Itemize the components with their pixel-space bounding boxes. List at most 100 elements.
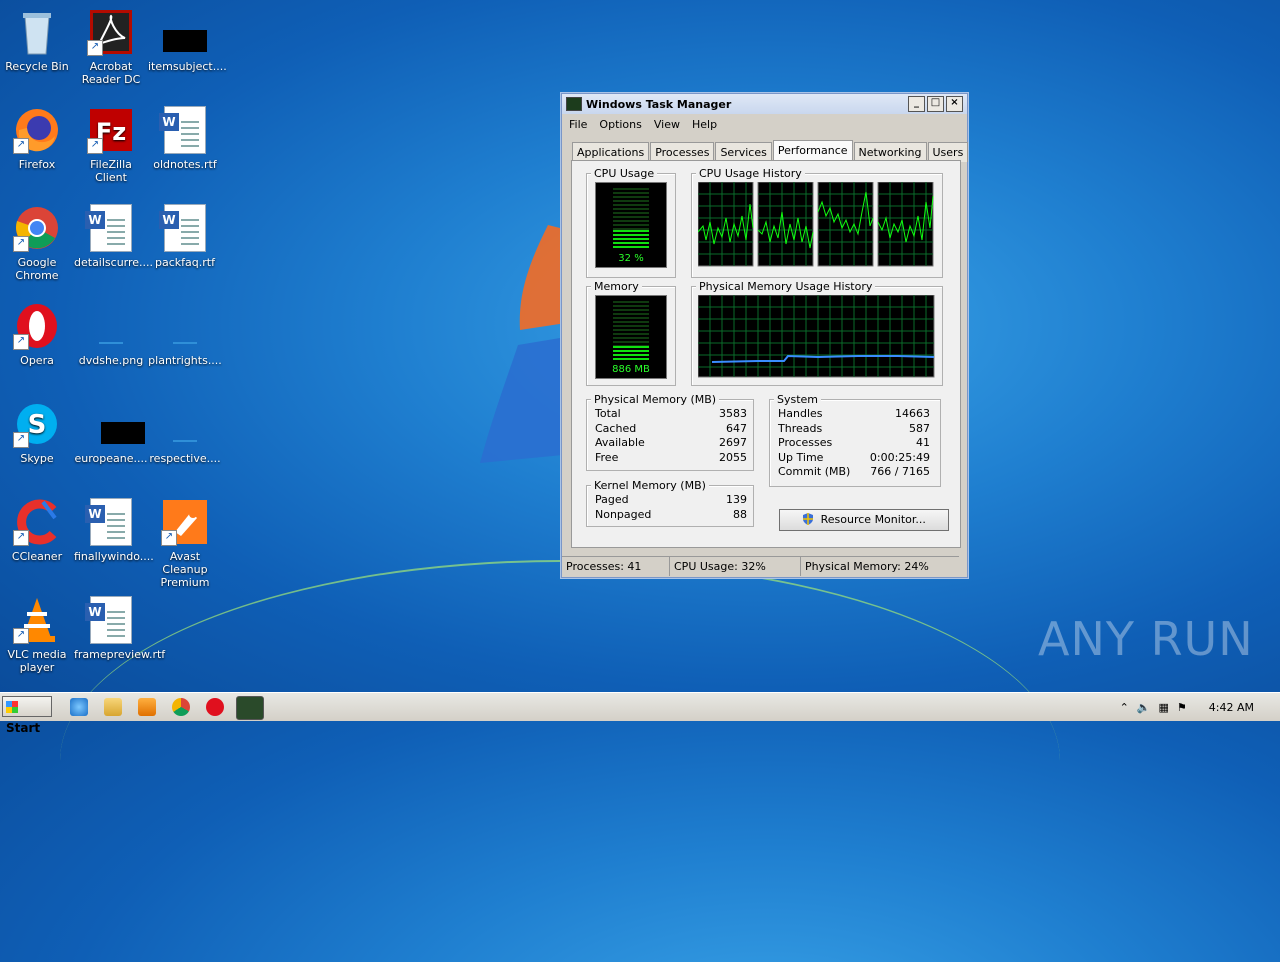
stat-value: 41 <box>916 436 930 449</box>
stat-value: 14663 <box>895 407 930 420</box>
stat-name: Up Time <box>778 450 824 464</box>
show-hidden-icons-icon[interactable]: ⌃ <box>1120 701 1129 714</box>
anyrun-watermark: ANY RUN <box>1038 612 1254 666</box>
stat-value: 3583 <box>719 407 747 420</box>
task-manager-window[interactable]: Windows Task Manager _ □ × File Options … <box>561 93 969 578</box>
desktop-icon-respective[interactable]: respective.... <box>148 400 222 465</box>
opera-taskbar-icon[interactable] <box>206 698 224 716</box>
desktop-icon-label: Firefox <box>18 158 56 171</box>
desktop-icon-framepreview[interactable]: W framepreview.rtf <box>74 596 165 661</box>
file-thumbnail-icon <box>161 302 209 350</box>
stat-row-commit: Commit (MB) 766 / 7165 <box>778 465 930 480</box>
desktop-icon-google-chrome[interactable]: ↗ Google Chrome <box>0 204 74 282</box>
menu-help[interactable]: Help <box>692 118 717 131</box>
memory-value: 886 MB <box>612 364 650 375</box>
stat-name: Cached <box>595 421 637 435</box>
desktop-icon-filezilla[interactable]: Fz ↗ FileZilla Client <box>74 106 148 184</box>
windows-flag-icon <box>6 701 18 713</box>
clock[interactable]: 4:42 AM <box>1209 701 1254 714</box>
stat-value: 2055 <box>719 450 747 464</box>
file-explorer-icon[interactable] <box>104 698 122 716</box>
tab-applications[interactable]: Applications <box>572 142 650 162</box>
desktop-icon-label: respective.... <box>149 452 221 465</box>
action-center-flag-icon[interactable]: ⚑ <box>1177 701 1187 714</box>
stat-value: 0:00:25:49 <box>869 450 930 464</box>
menu-options[interactable]: Options <box>599 118 641 131</box>
window-title: Windows Task Manager <box>586 97 732 111</box>
desktop-icon-label: oldnotes.rtf <box>153 158 217 171</box>
desktop-icon-detailscurre[interactable]: W detailscurre.... <box>74 204 154 269</box>
chrome-taskbar-icon[interactable] <box>172 698 190 716</box>
stat-value: 2697 <box>719 436 747 449</box>
shortcut-arrow-icon: ↗ <box>87 138 103 154</box>
kernel-memory-label: Kernel Memory (MB) <box>591 479 709 492</box>
desktop-icon-finallywindo[interactable]: W finallywindo.... <box>74 498 154 563</box>
desktop-icon-ccleaner[interactable]: ↗ CCleaner <box>0 498 74 563</box>
stat-row-available: Available 2697 <box>595 436 747 451</box>
desktop-icon-packfaq[interactable]: W packfaq.rtf <box>148 204 222 269</box>
cpu-history-group: CPU Usage History <box>691 167 943 278</box>
stat-row-handles: Handles 14663 <box>778 407 930 422</box>
tab-networking[interactable]: Networking <box>853 142 927 162</box>
shortcut-arrow-icon: ↗ <box>13 530 29 546</box>
word-document-icon: W <box>85 204 135 252</box>
shortcut-arrow-icon: ↗ <box>13 334 29 350</box>
desktop-icon-plantrights[interactable]: plantrights.... <box>148 302 222 367</box>
shortcut-arrow-icon: ↗ <box>161 530 177 546</box>
stat-name: Paged <box>595 493 629 506</box>
desktop-icon-opera[interactable]: ↗ Opera <box>0 302 74 367</box>
vlc-cone-icon: ↗ <box>13 596 61 644</box>
stat-value: 647 <box>726 421 747 435</box>
wallpaper-swoosh <box>60 560 1060 962</box>
menu-view[interactable]: View <box>654 118 680 131</box>
recycle-bin-icon <box>13 8 61 56</box>
cpu-core-graph-4 <box>877 182 934 267</box>
kernel-memory-group: Kernel Memory (MB) Paged 139 Nonpaged 88 <box>586 479 754 527</box>
desktop-icon-avast-cleanup[interactable]: ↗ Avast Cleanup Premium <box>148 498 222 589</box>
stat-value: 766 / 7165 <box>870 465 930 478</box>
tab-performance[interactable]: Performance <box>772 140 853 162</box>
stat-name: Available <box>595 436 645 449</box>
desktop-icon-dvdshe[interactable]: dvdshe.png <box>74 302 148 367</box>
resource-monitor-label: Resource Monitor... <box>820 513 926 526</box>
start-button[interactable]: Start <box>2 696 52 735</box>
minimize-button[interactable]: _ <box>908 96 925 112</box>
avast-cleanup-icon: ↗ <box>161 498 209 546</box>
desktop-icon-recycle-bin[interactable]: Recycle Bin <box>0 8 74 73</box>
desktop-icon-europeane[interactable]: europeane.... <box>74 400 148 465</box>
memory-history-label: Physical Memory Usage History <box>696 280 876 293</box>
cpu-usage-meter: 32 % <box>595 182 667 268</box>
desktop-icon-skype[interactable]: S ↗ Skype <box>0 400 74 465</box>
tab-users[interactable]: Users <box>927 142 969 162</box>
physical-memory-label: Physical Memory (MB) <box>591 393 720 406</box>
tab-services[interactable]: Services <box>715 142 772 162</box>
status-cpu-usage: CPU Usage: 32% <box>670 556 801 576</box>
desktop-icon-itemsubject[interactable]: itemsubject.... <box>148 8 227 73</box>
desktop-icon-oldnotes[interactable]: W oldnotes.rtf <box>148 106 222 171</box>
title-bar[interactable]: Windows Task Manager _ □ × <box>562 94 967 114</box>
network-icon[interactable]: ▦ <box>1159 701 1169 714</box>
tab-processes[interactable]: Processes <box>650 142 715 162</box>
task-manager-taskbar-icon[interactable] <box>236 696 264 720</box>
volume-icon[interactable]: 🔈 <box>1137 701 1151 714</box>
performance-panel: CPU Usage 32 % CPU Usage History Memory … <box>571 160 961 548</box>
memory-label: Memory <box>591 280 642 293</box>
desktop-icon-vlc[interactable]: ↗ VLC media player <box>0 596 74 674</box>
skype-icon: S ↗ <box>13 400 61 448</box>
stat-name: Threads <box>778 421 823 435</box>
maximize-button[interactable]: □ <box>927 96 944 112</box>
stat-value: 587 <box>909 421 930 435</box>
firefox-icon: ↗ <box>13 106 61 154</box>
internet-explorer-icon[interactable] <box>70 698 88 716</box>
close-button[interactable]: × <box>946 96 963 112</box>
filezilla-icon: Fz ↗ <box>87 106 135 154</box>
media-player-icon[interactable] <box>138 698 156 716</box>
stat-value: 139 <box>726 493 747 506</box>
menu-file[interactable]: File <box>569 118 587 131</box>
desktop-icon-firefox[interactable]: ↗ Firefox <box>0 106 74 171</box>
desktop-icon-label: europeane.... <box>74 452 148 465</box>
desktop-icon-label: detailscurre.... <box>74 256 154 269</box>
desktop-icon-acrobat[interactable]: ↗ Acrobat Reader DC <box>74 8 148 86</box>
resource-monitor-button[interactable]: Resource Monitor... <box>779 509 949 531</box>
status-physical-memory: Physical Memory: 24% <box>801 556 959 576</box>
